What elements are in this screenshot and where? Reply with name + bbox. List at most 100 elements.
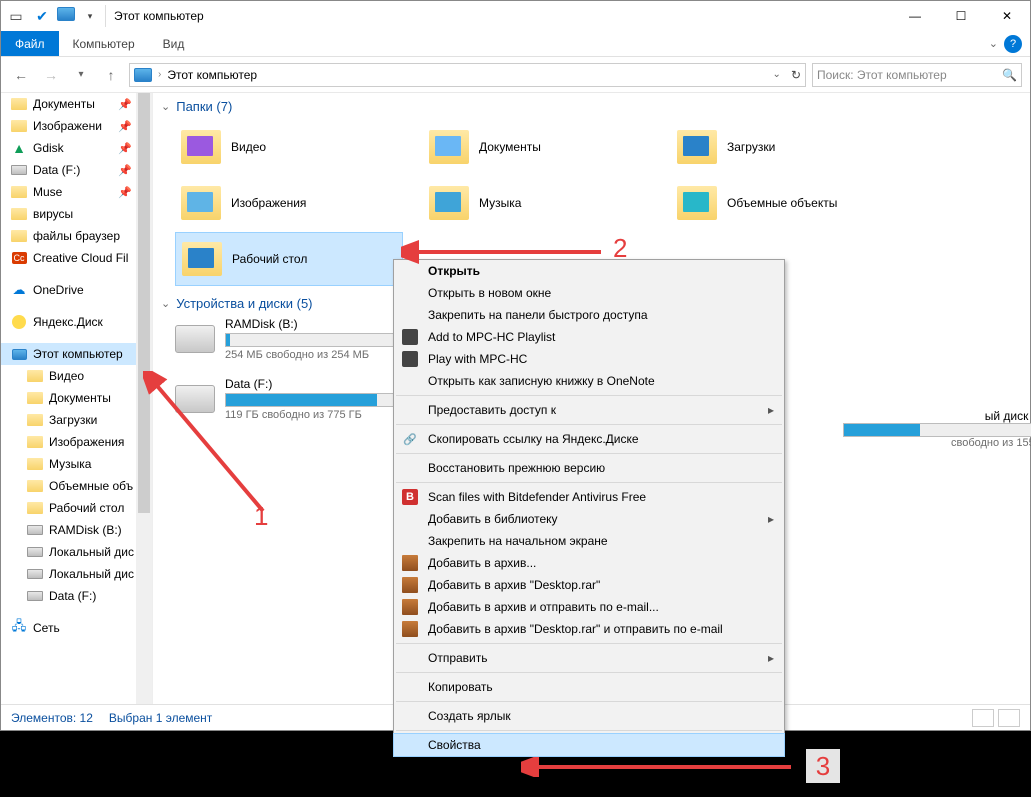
tree-item[interactable]: ▲Gdisk📌 (1, 137, 152, 159)
view-tiles-button[interactable] (998, 709, 1020, 727)
folder-icon (182, 242, 222, 276)
annotation-arrow-1 (143, 371, 283, 521)
tree-item[interactable]: Документы (1, 387, 152, 409)
folder-icon (429, 130, 469, 164)
tree-item[interactable]: Яндекс.Диск (1, 311, 152, 333)
folders-section-header[interactable]: ⌄ Папки (7) (161, 99, 1022, 114)
nav-tree[interactable]: Документы📌Изображени📌▲Gdisk📌Data (F:)📌Mu… (1, 93, 153, 705)
search-input[interactable]: Поиск: Этот компьютер 🔍 (812, 63, 1022, 87)
context-menu-item[interactable]: Свойства (394, 734, 784, 756)
context-menu-item[interactable]: Добавить в архив и отправить по e-mail..… (394, 596, 784, 618)
folder-tile[interactable]: Документы (423, 120, 663, 174)
tree-item[interactable]: Видео (1, 365, 152, 387)
qat-dropdown-icon[interactable]: ▾ (79, 5, 101, 27)
context-menu-item[interactable]: 🔗Скопировать ссылку на Яндекс.Диске (394, 428, 784, 450)
refresh-icon[interactable]: ↻ (791, 68, 801, 82)
folder-label: Рабочий стол (232, 252, 307, 266)
lib-icon (27, 478, 43, 494)
context-menu-item[interactable]: Добавить в библиотеку▸ (394, 508, 784, 530)
context-menu-item[interactable]: Закрепить на панели быстрого доступа (394, 304, 784, 326)
address-dropdown-icon[interactable]: ⌄ (773, 69, 781, 80)
context-menu-item[interactable]: BScan files with Bitdefender Antivirus F… (394, 486, 784, 508)
context-menu-item[interactable]: Создать ярлык (394, 705, 784, 727)
tree-item[interactable]: Локальный дис (1, 541, 152, 563)
ribbon-file-tab[interactable]: Файл (1, 31, 59, 56)
submenu-arrow-icon: ▸ (768, 512, 774, 526)
tree-item[interactable]: ☁ OneDrive (1, 279, 152, 301)
close-button[interactable]: ✕ (984, 1, 1030, 31)
tree-item[interactable]: Этот компьютер (1, 343, 152, 365)
tree-item[interactable]: Рабочий стол (1, 497, 152, 519)
context-menu-item[interactable]: Открыть в новом окне (394, 282, 784, 304)
breadcrumb-this-pc[interactable]: Этот компьютер (167, 68, 257, 82)
drive-tile-partial[interactable]: ый диск (E:) свободно из 155 ГБ (843, 409, 1031, 449)
view-details-button[interactable] (972, 709, 994, 727)
context-menu-item[interactable]: Play with MPC-HC (394, 348, 784, 370)
context-menu-item[interactable]: Копировать (394, 676, 784, 698)
tree-item-label: OneDrive (33, 283, 84, 297)
tree-item[interactable]: 🖧Сеть (1, 617, 152, 639)
tree-item[interactable]: Загрузки (1, 409, 152, 431)
tree-item[interactable]: Data (F:) (1, 585, 152, 607)
help-icon[interactable]: ? (1004, 35, 1022, 53)
submenu-arrow-icon: ▸ (768, 651, 774, 665)
menu-item-label: Отправить (428, 651, 488, 665)
tree-item[interactable]: Музыка (1, 453, 152, 475)
menu-item-label: Scan files with Bitdefender Antivirus Fr… (428, 490, 646, 504)
tree-item[interactable]: вирусы (1, 203, 152, 225)
pin-icon: 📌 (118, 186, 132, 199)
pin-icon: 📌 (118, 120, 132, 133)
context-menu-item[interactable]: Add to MPC-HC Playlist (394, 326, 784, 348)
tree-item[interactable]: Изображени📌 (1, 115, 152, 137)
folder-tile[interactable]: Музыка (423, 176, 663, 230)
tree-item[interactable]: RAMDisk (B:) (1, 519, 152, 541)
folder-tile[interactable]: Загрузки (671, 120, 911, 174)
nav-back-button[interactable]: ← (9, 63, 33, 87)
qat-check-icon[interactable]: ✔ (31, 5, 53, 27)
context-menu-item[interactable]: Восстановить прежнюю версию (394, 457, 784, 479)
tree-item[interactable]: Объемные объ (1, 475, 152, 497)
tree-item[interactable]: Изображения (1, 431, 152, 453)
link-icon: 🔗 (402, 431, 418, 447)
folder-tile[interactable]: Видео (175, 120, 415, 174)
drive-icon (175, 325, 215, 353)
folder-tile[interactable]: Изображения (175, 176, 415, 230)
context-menu-item[interactable]: Открыть как записную книжку в OneNote (394, 370, 784, 392)
context-menu-item[interactable]: Закрепить на начальном экране (394, 530, 784, 552)
nav-up-button[interactable]: ↑ (99, 63, 123, 87)
pin-icon: 📌 (118, 98, 132, 111)
context-menu-item[interactable]: Предоставить доступ к▸ (394, 399, 784, 421)
menu-item-label: Копировать (428, 680, 493, 694)
onedrive-icon: ☁ (11, 282, 27, 298)
folder-tile[interactable]: Объемные объекты (671, 176, 911, 230)
minimize-button[interactable]: — (892, 1, 938, 31)
tree-item-label: Этот компьютер (33, 347, 123, 361)
maximize-button[interactable]: ☐ (938, 1, 984, 31)
folder-tile[interactable]: Рабочий стол (175, 232, 403, 286)
folder-icon (677, 130, 717, 164)
address-bar[interactable]: › Этот компьютер ⌄ ↻ (129, 63, 806, 87)
ribbon-computer-tab[interactable]: Компьютер (59, 31, 149, 56)
tree-item[interactable]: Локальный дис (1, 563, 152, 585)
tree-item-label: Локальный дис (49, 545, 134, 559)
ribbon-view-tab[interactable]: Вид (149, 31, 199, 56)
tree-item[interactable]: CcCreative Cloud Fil (1, 247, 152, 269)
nav-recent-icon[interactable]: ▾ (69, 63, 93, 87)
folder-label: Документы (479, 140, 541, 154)
context-menu-item[interactable]: Добавить в архив... (394, 552, 784, 574)
annotation-num-3: 3 (806, 749, 840, 783)
lib-icon (27, 412, 43, 428)
context-menu-item[interactable]: Отправить ▸ (394, 647, 784, 669)
nav-forward-button[interactable]: → (39, 63, 63, 87)
tree-item[interactable]: Data (F:)📌 (1, 159, 152, 181)
context-menu-item[interactable]: Добавить в архив "Desktop.rar" (394, 574, 784, 596)
tree-item[interactable]: Muse📌 (1, 181, 152, 203)
tree-item[interactable]: файлы браузер (1, 225, 152, 247)
folder-icon (11, 228, 27, 244)
context-menu-item[interactable]: Добавить в архив "Desktop.rar" и отправи… (394, 618, 784, 640)
qat-properties-icon[interactable]: ▭ (5, 5, 27, 27)
status-selected: Выбран 1 элемент (109, 711, 212, 725)
tree-item[interactable]: Документы📌 (1, 93, 152, 115)
ribbon-expand-icon[interactable]: ⌄ (989, 37, 998, 50)
tree-item-label: Рабочий стол (49, 501, 124, 515)
